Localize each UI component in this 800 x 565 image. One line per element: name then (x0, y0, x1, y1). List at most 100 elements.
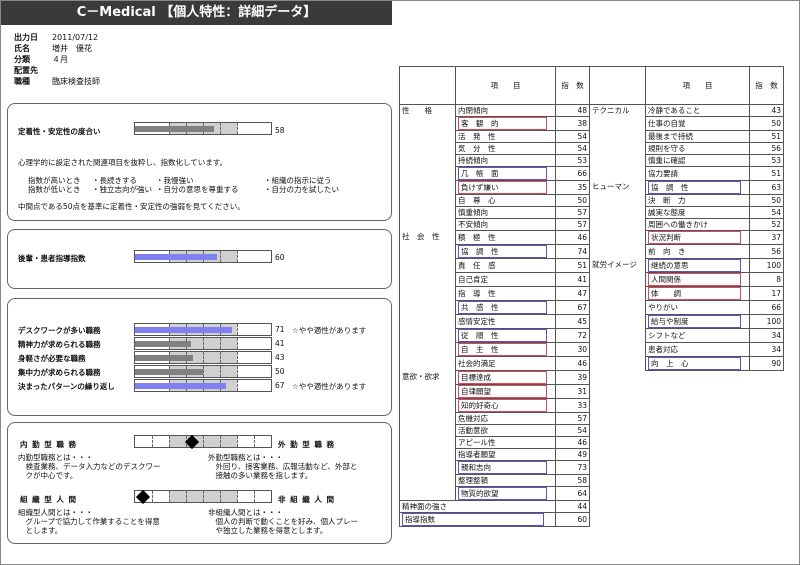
bar-fill (135, 341, 191, 347)
table-item: 向 上 心 (648, 357, 742, 370)
table-row: 社会的満足 46 向 上 心 90 (399, 356, 784, 371)
table-item: 指導者願望 (458, 450, 496, 459)
category-cell (399, 460, 456, 475)
table-item: 従 順 性 (458, 329, 548, 342)
index-cell: 47 (555, 286, 590, 301)
table-item: 決 断 力 (648, 196, 686, 205)
item-cell: 患者対応 (645, 342, 750, 357)
table-item: 共 感 性 (458, 301, 548, 314)
item-cell: 冷静であること (645, 104, 750, 117)
table-row: 共 感 性 67 やりがい 66 (399, 300, 784, 315)
item-cell: 客 観 的 (455, 116, 556, 131)
item-cell: 気 分 性 (455, 142, 556, 155)
item-cell: 規則を守る (645, 142, 750, 155)
category-cell (589, 166, 646, 181)
category-cell (399, 154, 456, 167)
table-item: 周囲への働きかけ (648, 220, 708, 229)
item-cell: 内閉傾向 (455, 104, 556, 117)
category-cell (399, 436, 456, 449)
index-cell: 41 (555, 272, 590, 287)
bar-tick (203, 338, 204, 349)
category-cell (589, 142, 646, 155)
table-item: 客 観 的 (458, 117, 548, 130)
bar-tick (220, 366, 221, 377)
naikin-desc-3: クが中心です。 (18, 471, 78, 480)
page-title: C－Medical 【個人特性：詳細データ】 (1, 1, 392, 25)
table-row: 従 順 性 72 シフトなど 34 (399, 328, 784, 343)
index-cell: 73 (555, 460, 590, 475)
summary-label: 精神面の強さ (402, 502, 447, 511)
table-row: 几 帳 面 66 協力要請 51 (399, 166, 784, 181)
job-note: ☆やや適性があります (292, 326, 367, 335)
low-label: 指数が低いとき (28, 185, 81, 194)
soshiki-scale (134, 489, 272, 505)
index-cell: 66 (749, 300, 784, 315)
index-cell: 100 (749, 314, 784, 329)
index-cell: 17 (749, 286, 784, 301)
scale-tick (152, 491, 153, 502)
table-header: 指 数 (555, 66, 590, 105)
table-item: 自律願望 (458, 385, 548, 398)
job-bar (134, 365, 272, 378)
table-item: 患者対応 (648, 345, 678, 354)
item-cell: 決 断 力 (645, 194, 750, 207)
scale-tick (220, 436, 221, 447)
job-label: デスクワークが多い職務 (18, 326, 101, 335)
kohai-value: 60 (275, 253, 285, 262)
item-cell: 共 感 性 (455, 300, 556, 315)
index-cell: 54 (749, 206, 784, 219)
category-cell (399, 166, 456, 181)
job-bar (134, 337, 272, 350)
bar-tick (237, 380, 238, 391)
bar-fill (135, 327, 232, 333)
category-cell (589, 154, 646, 167)
table-item: 気 分 性 (458, 144, 496, 153)
soshiki-desc-3: とします。 (18, 526, 63, 535)
category-cell (399, 328, 456, 343)
low-item: ・自分の意思を尊重する (156, 185, 239, 194)
category-cell (589, 130, 646, 143)
item-cell: 指導者願望 (455, 448, 556, 461)
index-cell: 100 (749, 258, 784, 273)
table-item: 協力要請 (648, 169, 678, 178)
index-cell: 58 (555, 474, 590, 487)
info-value: 増井 優花 (52, 44, 92, 53)
category-cell (399, 356, 456, 371)
naigai-scale (134, 434, 272, 450)
item-cell: やりがい (645, 300, 750, 315)
table-item: 負けず嫌い (458, 181, 548, 194)
index-cell: 30 (555, 342, 590, 357)
job-value: 71 (275, 325, 285, 334)
info-key: 職種 (14, 77, 30, 86)
info-key: 氏名 (14, 44, 30, 53)
table-item: 知的好奇心 (458, 399, 548, 412)
table-row: 責 任 感 51 就労イメージ 継続の意思 100 (399, 258, 784, 273)
category-cell (399, 142, 456, 155)
category-cell: 意欲・欲求 (399, 370, 456, 385)
bar-fill (135, 383, 227, 389)
index-cell: 53 (749, 154, 784, 167)
info-row: 氏名 増井 優花 (14, 43, 100, 54)
item-cell: 協 調 性 (645, 180, 750, 195)
info-key: 分類 (14, 55, 30, 64)
table-row: 指 導 性 47 体 調 17 (399, 286, 784, 301)
table-item: 規則を守る (648, 144, 686, 153)
table-row: 自己肯定 41 人間関係 8 (399, 272, 784, 287)
table-item: 自 尊 心 (458, 196, 496, 205)
index-cell: 33 (555, 398, 590, 413)
info-row: 職種 臨床検査技師 (14, 76, 100, 87)
bar-tick (203, 352, 204, 363)
category-cell (589, 342, 646, 357)
gaikin-desc-3: 接触の多い業務を指します。 (208, 471, 313, 480)
item-cell: 慎重に確認 (645, 154, 750, 167)
teichaku-value: 58 (275, 126, 285, 135)
table-item: 親和志向 (458, 461, 548, 474)
category-cell (399, 384, 456, 399)
scale-tick (203, 436, 204, 447)
bar-fill (135, 355, 194, 361)
item-cell: 体 調 (645, 286, 750, 301)
index-cell: 34 (749, 342, 784, 357)
category-cell (589, 206, 646, 219)
item-cell: 協力要請 (645, 166, 750, 181)
item-cell: 活 発 性 (455, 130, 556, 143)
